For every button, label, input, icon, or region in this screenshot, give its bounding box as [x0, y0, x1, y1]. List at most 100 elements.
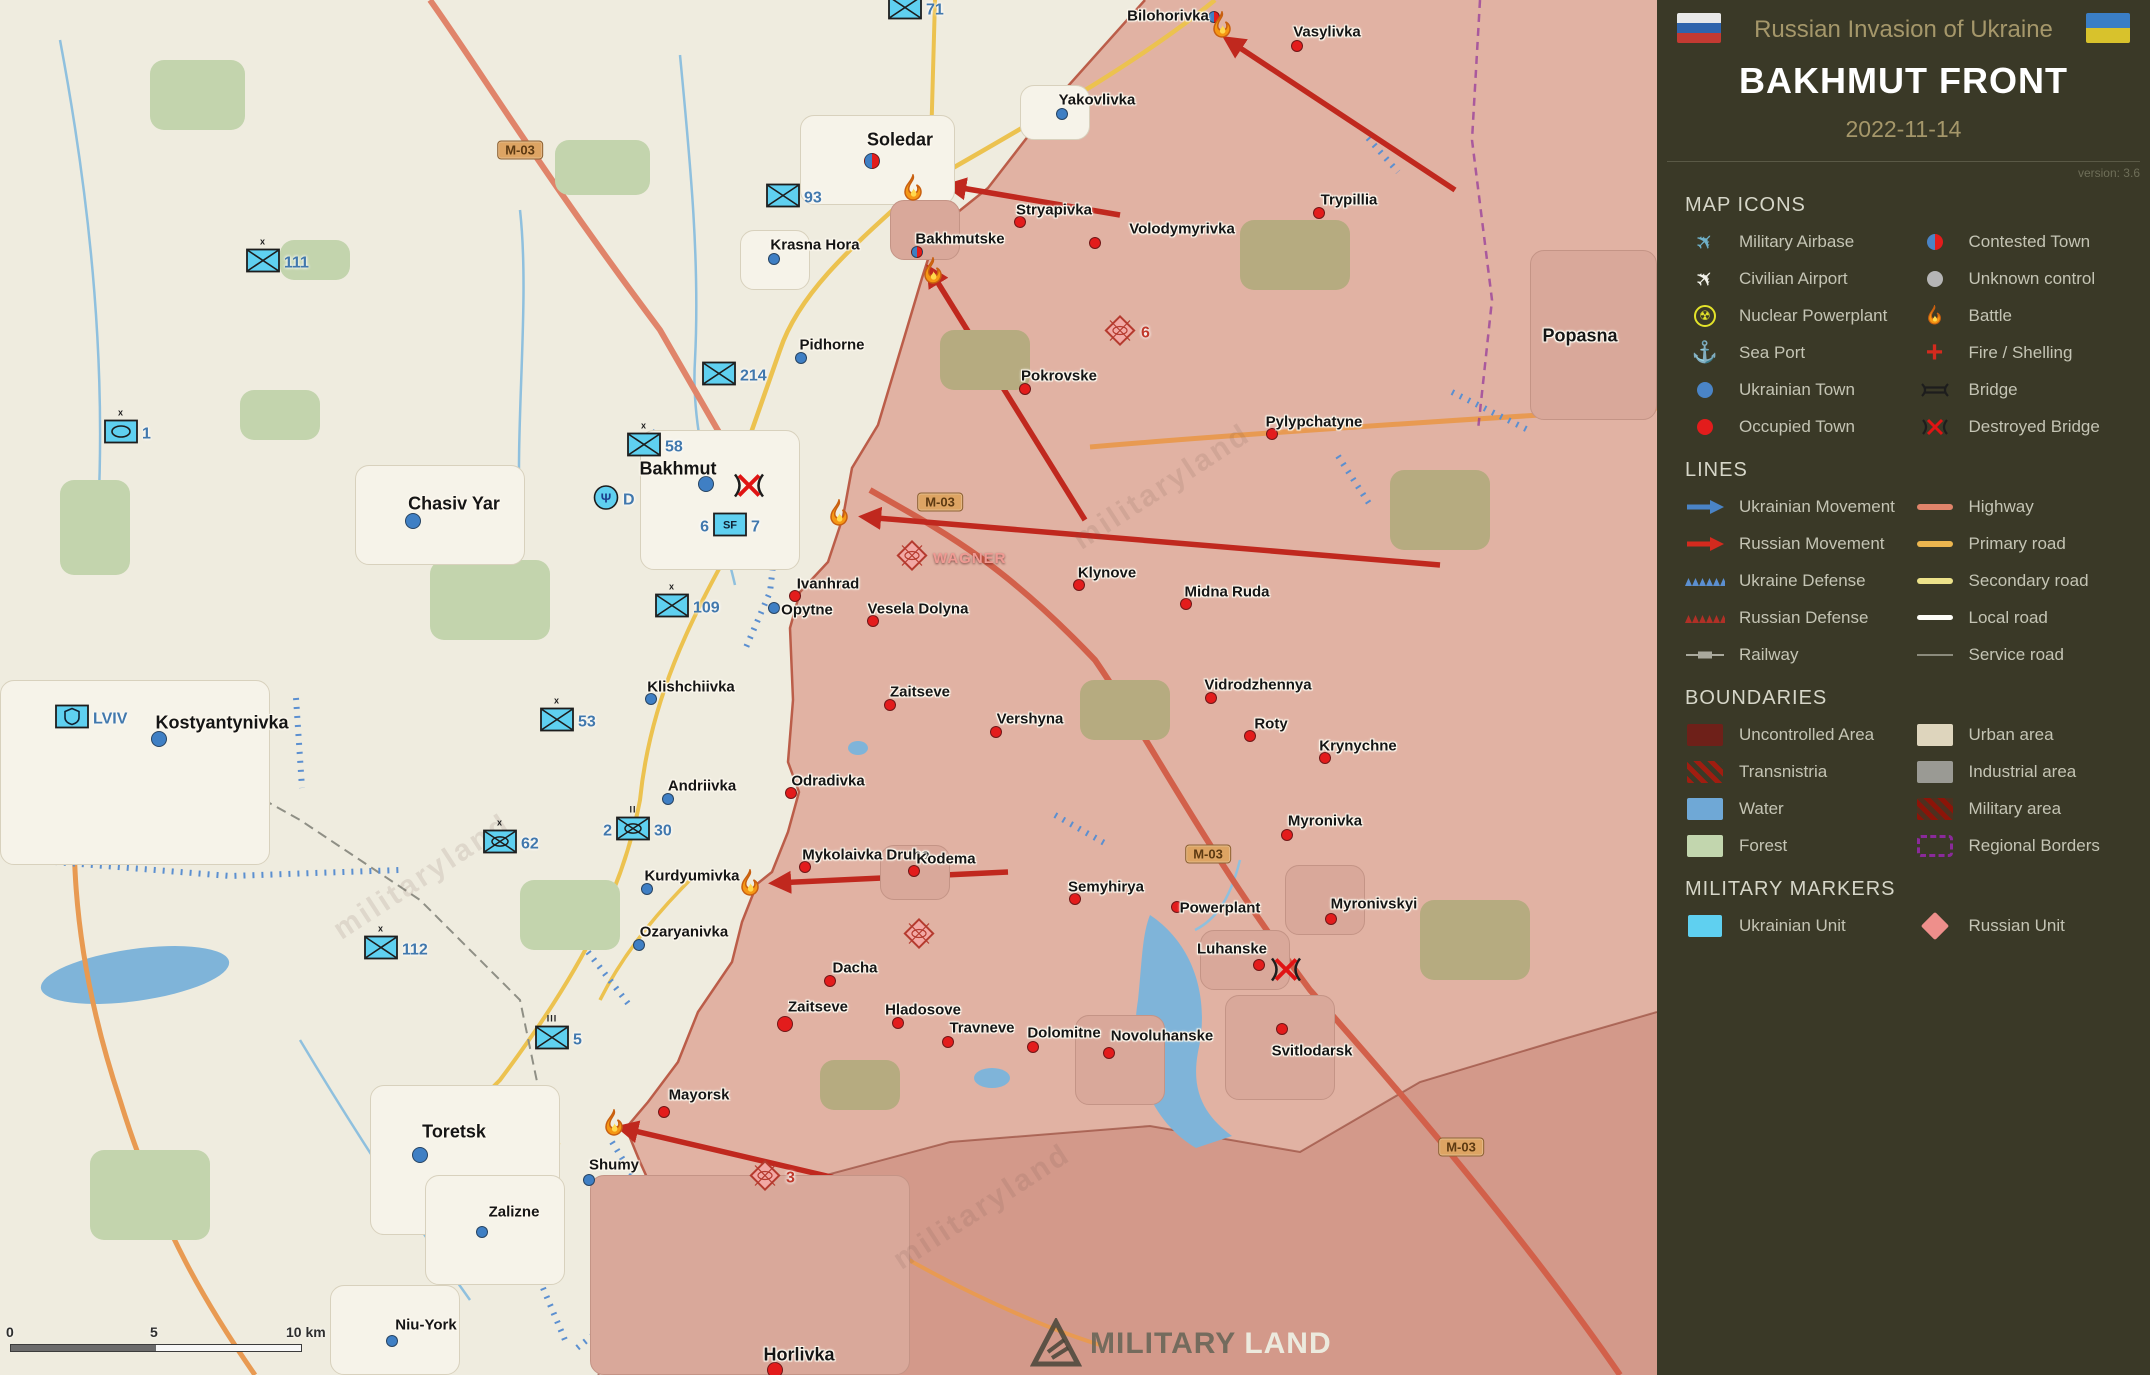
- town-label: Bakhmut: [639, 459, 716, 480]
- destroyed-bridge-icon: [732, 471, 766, 506]
- battle-icon: [737, 869, 763, 899]
- legend-sections: MAP ICONS✈Military AirbaseContested Town…: [1657, 194, 2150, 944]
- town-label: Shumy: [589, 1157, 639, 1174]
- town-label: Svitlodarsk: [1272, 1043, 1353, 1060]
- town-label: Semyhirya: [1068, 879, 1144, 896]
- town-label: Stryapivka: [1016, 202, 1092, 219]
- town-label: Krasna Hora: [770, 237, 859, 254]
- legend-item: Highway: [1915, 488, 2145, 525]
- town-label: Dolomitne: [1027, 1025, 1100, 1042]
- unit-number: 30: [650, 822, 672, 840]
- legend-item: Occupied Town: [1685, 408, 1915, 445]
- town-label: Pidhorne: [799, 337, 864, 354]
- legend-grid: Uncontrolled AreaUrban areaTransnistriaI…: [1685, 716, 2144, 864]
- legend-item: Military area: [1915, 790, 2145, 827]
- legend-item: Ukrainian Movement: [1685, 488, 1915, 525]
- legend-item: Railway: [1685, 636, 1915, 673]
- battle-icon: [900, 174, 926, 204]
- legend-item: Contested Town: [1915, 223, 2145, 260]
- town-dot-ru: [1313, 207, 1325, 219]
- town-label: Powerplant: [1180, 900, 1261, 917]
- ukrainian-unit-marker: SF67: [713, 513, 747, 542]
- supertitle: Russian Invasion of Ukraine: [1727, 16, 2080, 44]
- town-label: Trypillia: [1321, 192, 1378, 209]
- town-label: Chasiv Yar: [408, 494, 500, 515]
- section-title: LINES: [1685, 459, 2150, 482]
- legend-item: Ukrainian Unit: [1685, 907, 1915, 944]
- destroyed-bridge-icon: [1915, 418, 1955, 436]
- town-label: Kostyantynivka: [155, 713, 288, 734]
- brand-text-land: LAND: [1244, 1327, 1331, 1361]
- brand-text-military: MILITARY: [1090, 1327, 1236, 1361]
- town-label: Midna Ruda: [1185, 584, 1270, 601]
- town-dot-ru: [1103, 1047, 1115, 1059]
- town-label: Opytne: [781, 602, 833, 619]
- map-date: 2022-11-14: [1657, 116, 2150, 143]
- destroyed-bridge-icon: [1269, 955, 1303, 990]
- ukrainian-unit-marker: x112: [364, 936, 398, 965]
- legend-item-label: Urban area: [1969, 725, 2054, 745]
- uncontrolled-area-icon: [1685, 724, 1725, 746]
- legend-item-label: Uncontrolled Area: [1739, 725, 1874, 745]
- town-label: Krynychne: [1319, 738, 1397, 755]
- town-label: Ozaryanivka: [640, 924, 728, 941]
- town-dot-ua: [476, 1226, 488, 1238]
- legend-item: Urban area: [1915, 716, 2145, 753]
- legend-item-label: Forest: [1739, 836, 1787, 856]
- town-label: Popasna: [1542, 326, 1617, 347]
- battle-fire-icon: [601, 1109, 627, 1139]
- road-badge-m03: M-03: [497, 141, 543, 160]
- town-label: Vasylivka: [1293, 24, 1361, 41]
- town-dot-ua: [583, 1174, 595, 1186]
- forest-patch: [240, 390, 320, 440]
- battle-icon: [920, 257, 946, 287]
- town-label: Luhanske: [1197, 941, 1267, 958]
- scale-bar-label: 0: [6, 1324, 14, 1340]
- ukrainian-unit-marker: x58: [627, 433, 661, 462]
- forest-patch: [90, 1150, 210, 1240]
- battle-fire-icon: [826, 499, 852, 529]
- battle-icon: [1209, 11, 1235, 41]
- legend-item-label: Unknown control: [1969, 269, 2096, 289]
- town-label: Vidrodzhennya: [1204, 677, 1311, 694]
- town-dot-ua: [405, 513, 421, 529]
- water-icon: [1685, 798, 1725, 820]
- legend-item: Russian Defense: [1685, 599, 1915, 636]
- svg-text:Ψ: Ψ: [601, 491, 612, 506]
- legend-item: Forest: [1685, 827, 1915, 864]
- russian-movement-icon: [1685, 537, 1725, 551]
- battle-fire-icon: [920, 257, 946, 287]
- legend-item: ✈Civilian Airport: [1685, 260, 1915, 297]
- russian-unit-marker: [902, 917, 936, 956]
- unit-echelon-mark: II: [629, 805, 636, 815]
- battle-fire-icon: [1209, 11, 1235, 41]
- unit-number: 7: [747, 518, 760, 536]
- battle-icon: [826, 499, 852, 529]
- town-dot-ru: [1325, 913, 1337, 925]
- map-canvas[interactable]: militarylandmilitarylandmilitarylandBilo…: [0, 0, 1657, 1375]
- town-dot-ru: [1276, 1023, 1288, 1035]
- town-label: Pokrovske: [1021, 368, 1097, 385]
- legend-item-label: Bridge: [1969, 380, 2018, 400]
- legend-item: Regional Borders: [1915, 827, 2145, 864]
- forest-patch: [1420, 900, 1530, 980]
- legend-item: Ukraine Defense: [1685, 562, 1915, 599]
- urban-area-icon: [1915, 724, 1955, 746]
- forest-patch: [1240, 220, 1350, 290]
- legend-item: Uncontrolled Area: [1685, 716, 1915, 753]
- forest-patch: [1390, 470, 1490, 550]
- urban-patch: [355, 465, 525, 565]
- sea-port-icon: ⚓: [1685, 341, 1725, 365]
- unit-number: 6: [1137, 324, 1150, 342]
- nuclear-powerplant-icon: ☢: [1685, 305, 1725, 327]
- russia-flag-icon: [1677, 13, 1721, 43]
- unit-number: 112: [398, 941, 428, 959]
- town-dot-ua: [641, 883, 653, 895]
- legend-item-label: Occupied Town: [1739, 417, 1855, 437]
- forest-patch: [555, 140, 650, 195]
- unit-number: 1: [138, 425, 151, 443]
- town-label: Niu-York: [395, 1317, 456, 1334]
- urban-patch: [590, 1175, 910, 1375]
- legend-item-label: Nuclear Powerplant: [1739, 306, 1887, 326]
- town-label: Ivanhrad: [797, 576, 860, 593]
